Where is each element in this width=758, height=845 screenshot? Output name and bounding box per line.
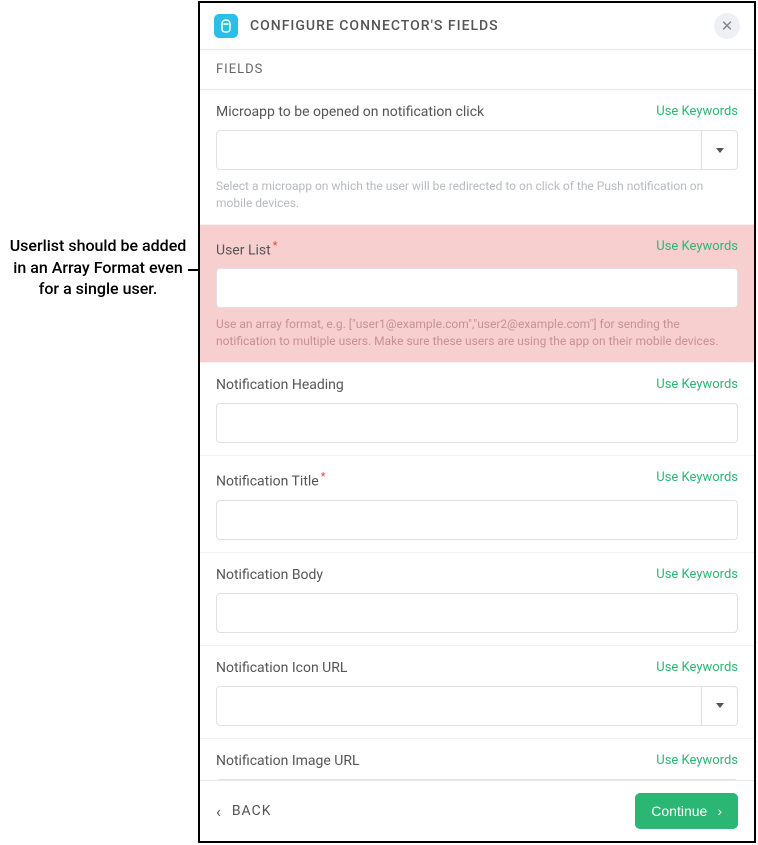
field-body: Notification Body Use Keywords (200, 553, 754, 646)
configure-panel: CONFIGURE CONNECTOR'S FIELDS ✕ FIELDS Mi… (198, 1, 756, 843)
continue-label: Continue (651, 803, 707, 819)
caret-down-icon (716, 148, 724, 153)
required-asterisk: * (273, 239, 278, 252)
annotation-text: Userlist should be added in an Array For… (8, 235, 188, 300)
icon-url-input[interactable] (216, 686, 702, 726)
field-title: Notification Title* Use Keywords (200, 456, 754, 553)
panel-title: CONFIGURE CONNECTOR'S FIELDS (250, 18, 702, 34)
fields-body: Microapp to be opened on notification cl… (200, 90, 754, 780)
use-keywords-link[interactable]: Use Keywords (656, 104, 738, 119)
microapp-help: Select a microapp on which the user will… (216, 178, 738, 212)
use-keywords-link[interactable]: Use Keywords (656, 377, 738, 392)
close-icon: ✕ (721, 17, 734, 35)
heading-label: Notification Heading (216, 377, 344, 393)
panel-header: CONFIGURE CONNECTOR'S FIELDS ✕ (200, 3, 754, 50)
back-label: BACK (232, 803, 272, 819)
required-asterisk: * (321, 470, 326, 483)
microapp-dropdown-button[interactable] (702, 130, 738, 170)
use-keywords-link[interactable]: Use Keywords (656, 567, 738, 582)
field-image-url: Notification Image URL Use Keywords (200, 739, 754, 781)
use-keywords-link[interactable]: Use Keywords (656, 660, 738, 675)
panel-footer: ‹ BACK Continue › (200, 780, 754, 841)
back-button[interactable]: ‹ BACK (216, 802, 272, 821)
field-microapp: Microapp to be opened on notification cl… (200, 90, 754, 225)
icon-url-label: Notification Icon URL (216, 660, 347, 676)
body-label: Notification Body (216, 567, 323, 583)
caret-down-icon (716, 703, 724, 708)
field-userlist: User List* Use Keywords Use an array for… (200, 225, 754, 363)
field-heading: Notification Heading Use Keywords (200, 363, 754, 456)
title-input[interactable] (216, 500, 738, 540)
app-icon (214, 14, 238, 38)
close-button[interactable]: ✕ (714, 13, 740, 39)
continue-button[interactable]: Continue › (635, 793, 738, 829)
microapp-label: Microapp to be opened on notification cl… (216, 104, 484, 120)
use-keywords-link[interactable]: Use Keywords (656, 753, 738, 768)
microapp-input[interactable] (216, 130, 702, 170)
userlist-input[interactable] (216, 268, 738, 308)
title-label: Notification Title* (216, 470, 325, 490)
use-keywords-link[interactable]: Use Keywords (656, 239, 738, 254)
chevron-right-icon: › (717, 803, 722, 819)
heading-input[interactable] (216, 403, 738, 443)
icon-url-dropdown-button[interactable] (702, 686, 738, 726)
image-url-label: Notification Image URL (216, 753, 360, 769)
fields-subheader: FIELDS (200, 50, 754, 90)
body-input[interactable] (216, 593, 738, 633)
field-icon-url: Notification Icon URL Use Keywords (200, 646, 754, 739)
chevron-left-icon: ‹ (216, 802, 222, 821)
userlist-label: User List* (216, 239, 277, 259)
use-keywords-link[interactable]: Use Keywords (656, 470, 738, 485)
userlist-help: Use an array format, e.g. ["user1@exampl… (216, 316, 738, 350)
